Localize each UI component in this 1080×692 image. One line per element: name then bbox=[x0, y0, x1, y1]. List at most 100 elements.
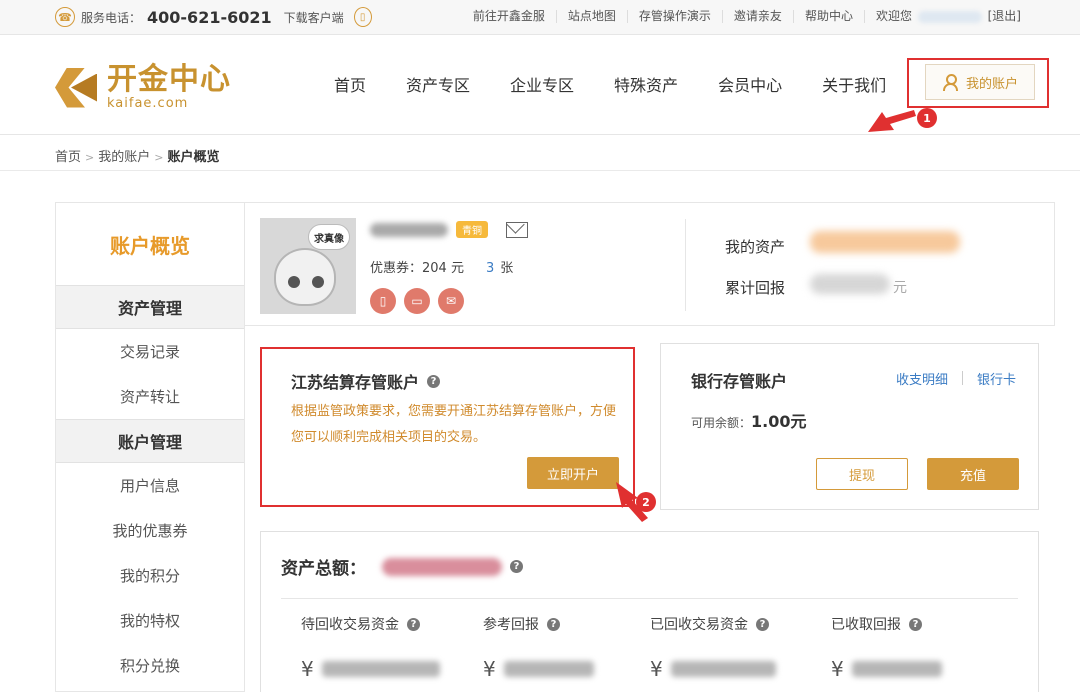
sidebar-item-coupons[interactable]: 我的优惠券 bbox=[56, 508, 244, 553]
value-redacted bbox=[670, 661, 776, 677]
help-icon[interactable]: ? bbox=[510, 560, 523, 573]
custody-account-card: 江苏结算存管账户 ? 根据监管政策要求，您需要开通江苏结算存管账户，方便您可以顺… bbox=[260, 347, 635, 507]
transaction-detail-link[interactable]: 收支明细 bbox=[896, 369, 948, 388]
arrow-annotation-1 bbox=[868, 110, 916, 132]
bank-links: 收支明细 银行卡 bbox=[896, 369, 1016, 388]
balance-value: 1.00元 bbox=[751, 412, 807, 431]
sidebar-title[interactable]: 账户概览 bbox=[56, 203, 244, 285]
stat-label: 已收取回报 bbox=[831, 617, 901, 633]
returns-unit: 元 bbox=[893, 280, 907, 296]
sidebar-item-user-info[interactable]: 用户信息 bbox=[56, 463, 244, 508]
help-icon[interactable]: ? bbox=[756, 617, 769, 631]
username-redacted bbox=[370, 222, 448, 237]
username-redacted bbox=[917, 10, 982, 23]
stat-label: 待回收交易资金 bbox=[301, 617, 399, 633]
help-icon[interactable]: ? bbox=[427, 374, 441, 388]
open-account-button[interactable]: 立即开户 bbox=[527, 457, 619, 489]
total-title-row: 资产总额： ? bbox=[281, 554, 523, 579]
nav-member[interactable]: 会员中心 bbox=[698, 72, 802, 96]
main-nav: 首页 资产专区 企业专区 特殊资产 会员中心 关于我们 bbox=[314, 72, 906, 96]
coupon-info: 优惠券：204 元 3张 bbox=[370, 257, 513, 276]
bank-title: 银行存管账户 bbox=[691, 372, 788, 391]
help-icon[interactable]: ? bbox=[407, 617, 420, 631]
link-sitemap[interactable]: 站点地图 bbox=[555, 10, 627, 23]
nav-about[interactable]: 关于我们 bbox=[802, 72, 906, 96]
breadcrumb: 首页 > 我的账户 > 账户概览 bbox=[55, 150, 220, 165]
profile-divider bbox=[685, 219, 686, 311]
link-help[interactable]: 帮助中心 bbox=[792, 10, 864, 23]
recovered-funds-value: ¥ bbox=[650, 657, 776, 681]
message-icon[interactable] bbox=[506, 221, 528, 238]
top-links: 前往开鑫金服 站点地图 存管操作演示 邀请亲友 帮助中心 欢迎您 [退出] bbox=[462, 10, 1032, 23]
logo-mark bbox=[55, 67, 99, 108]
withdraw-button[interactable]: 提现 bbox=[816, 458, 908, 490]
phone-icon: ☎ bbox=[55, 7, 75, 27]
breadcrumb-current: 账户概览 bbox=[167, 150, 220, 165]
email-verify-icon[interactable]: ✉ bbox=[438, 288, 464, 314]
breadcrumb-home[interactable]: 首页 bbox=[55, 150, 81, 165]
logout-link[interactable]: [退出] bbox=[988, 9, 1021, 23]
total-assets-panel: 资产总额： ? 待回收交易资金? 参考回报? 已回收交易资金? 已收取回报? ¥… bbox=[260, 531, 1039, 692]
reference-return-value: ¥ bbox=[483, 657, 594, 681]
profile-panel: 求真像 青铜 优惠券：204 元 3张 ▯ ▭ ✉ 我的资产 累计回报 元 bbox=[245, 202, 1055, 326]
service-info: ☎ 服务电话： 400-621-6021 下载客户端 ▯ bbox=[55, 7, 372, 27]
stat-label: 已回收交易资金 bbox=[650, 617, 748, 633]
link-invite[interactable]: 邀请亲友 bbox=[721, 10, 793, 23]
phone-verify-icon[interactable]: ▯ bbox=[370, 288, 396, 314]
sidebar-group-assets: 资产管理 bbox=[56, 285, 244, 329]
welcome-user: 欢迎您 [退出] bbox=[863, 9, 1032, 23]
logo-text-en: kaifae.com bbox=[107, 96, 189, 111]
help-icon[interactable]: ? bbox=[909, 617, 922, 631]
nav-home[interactable]: 首页 bbox=[314, 72, 386, 96]
breadcrumb-my-account[interactable]: 我的账户 bbox=[98, 150, 150, 165]
sidebar-item-transactions[interactable]: 交易记录 bbox=[56, 329, 244, 374]
custody-title: 江苏结算存管账户 bbox=[291, 373, 420, 392]
nav-enterprise[interactable]: 企业专区 bbox=[490, 72, 594, 96]
divider bbox=[281, 598, 1018, 599]
sidebar-item-asset-transfer[interactable]: 资产转让 bbox=[56, 374, 244, 419]
avatar-face bbox=[274, 248, 336, 306]
received-return-value: ¥ bbox=[831, 657, 942, 681]
stat-label: 参考回报 bbox=[483, 617, 539, 633]
avatar[interactable]: 求真像 bbox=[260, 218, 356, 314]
deposit-button[interactable]: 充值 bbox=[927, 458, 1019, 490]
phone-number: 400-621-6021 bbox=[147, 7, 272, 27]
logo[interactable]: 开金中心 kaifae.com bbox=[55, 65, 231, 110]
profile-name-row: 青铜 bbox=[370, 221, 528, 238]
sidebar-item-points-exchange[interactable]: 积分兑换 bbox=[56, 643, 244, 688]
value-redacted bbox=[851, 661, 942, 677]
top-bar: ☎ 服务电话： 400-621-6021 下载客户端 ▯ 前往开鑫金服 站点地图… bbox=[0, 0, 1080, 35]
nav-assets[interactable]: 资产专区 bbox=[386, 72, 490, 96]
bank-card-icon[interactable]: ▭ bbox=[404, 288, 430, 314]
stat-received-return: 已收取回报? bbox=[831, 614, 922, 634]
custody-description: 根据监管政策要求，您需要开通江苏结算存管账户，方便您可以顺利完成相关项目的交易。 bbox=[291, 404, 617, 445]
mobile-icon[interactable]: ▯ bbox=[353, 7, 372, 27]
value-redacted bbox=[503, 661, 594, 677]
sidebar-group-account: 账户管理 bbox=[56, 419, 244, 463]
coupon-count[interactable]: 3 bbox=[486, 261, 494, 276]
bank-card-link[interactable]: 银行卡 bbox=[977, 369, 1016, 388]
vip-badge: 青铜 bbox=[456, 221, 488, 238]
phone-label: 服务电话： bbox=[81, 10, 142, 25]
total-title: 资产总额： bbox=[281, 559, 366, 579]
link-kaixin[interactable]: 前往开鑫金服 bbox=[462, 10, 556, 23]
returns-label: 累计回报 bbox=[725, 279, 786, 297]
pending-funds-value: ¥ bbox=[301, 657, 440, 681]
sidebar-item-privileges[interactable]: 我的特权 bbox=[56, 598, 244, 643]
marker-1: 1 bbox=[917, 108, 937, 128]
my-assets-label: 我的资产 bbox=[725, 238, 786, 256]
stat-recovered-funds: 已回收交易资金? bbox=[650, 614, 769, 634]
value-redacted bbox=[321, 661, 440, 677]
returns-value-redacted bbox=[810, 274, 890, 294]
marker-2: 2 bbox=[636, 492, 656, 512]
link-custody-demo[interactable]: 存管操作演示 bbox=[626, 10, 722, 23]
help-icon[interactable]: ? bbox=[547, 617, 560, 631]
download-client-link[interactable]: 下载客户端 bbox=[284, 9, 344, 26]
balance-label: 可用余额： bbox=[691, 416, 752, 430]
bank-account-card: 银行存管账户 收支明细 银行卡 可用余额：1.00元 提现 充值 bbox=[660, 343, 1039, 510]
nav-special-assets[interactable]: 特殊资产 bbox=[594, 72, 698, 96]
coupon-unit: 张 bbox=[500, 261, 514, 276]
stat-reference-return: 参考回报? bbox=[483, 614, 560, 634]
stat-pending-funds: 待回收交易资金? bbox=[301, 614, 420, 634]
sidebar-item-points[interactable]: 我的积分 bbox=[56, 553, 244, 598]
